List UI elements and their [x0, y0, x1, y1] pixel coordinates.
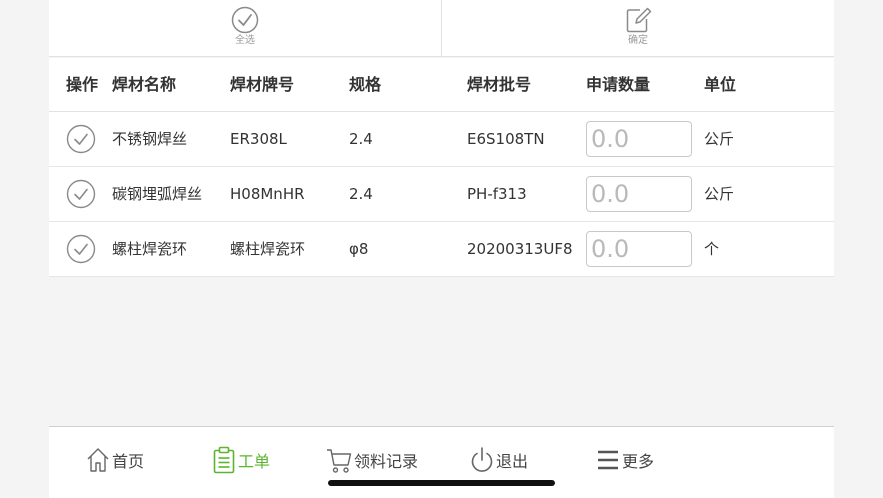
nav-item-home[interactable]: 首页 [86, 445, 144, 475]
edit-icon [624, 5, 652, 35]
check-circle-icon [66, 179, 96, 209]
nav-item-logout[interactable]: 退出 [470, 445, 528, 475]
col-header-action: 操作 [66, 75, 99, 94]
confirm-button[interactable]: 确定 [442, 0, 834, 56]
confirm-label: 确定 [628, 35, 648, 46]
select-all-button[interactable]: 全选 [49, 0, 442, 56]
col-header-unit: 单位 [704, 75, 737, 94]
bottom-nav: 首页 工单 领料记录 退出 更多 [49, 426, 834, 498]
table-row: 碳钢埋弧焊丝 H08MnHR 2.4 PH-f313 公斤 [49, 167, 834, 222]
action-toolbar: 全选 确定 [49, 0, 834, 57]
cell-unit: 个 [704, 240, 720, 258]
clipboard-icon [213, 446, 235, 474]
nav-label-more: 更多 [622, 452, 655, 471]
row-select-checkbox[interactable] [66, 124, 96, 154]
cell-spec: 2.4 [349, 185, 373, 203]
home-indicator-bar[interactable] [328, 480, 555, 486]
cell-grade: H08MnHR [230, 185, 305, 203]
table-body: 不锈钢焊丝 ER308L 2.4 E6S108TN 公斤 碳钢埋弧焊丝 H08M… [49, 112, 834, 277]
cart-icon [327, 449, 352, 473]
check-circle-icon [231, 5, 259, 35]
menu-icon [598, 450, 618, 470]
app-window: 全选 确定 操作 焊材名称 焊材牌号 规格 焊材批号 申请数量 单位 不锈钢焊丝… [49, 0, 834, 498]
cell-grade: 螺柱焊瓷环 [230, 240, 306, 258]
select-all-label: 全选 [235, 35, 255, 46]
col-header-name: 焊材名称 [112, 75, 177, 94]
cell-batch: E6S108TN [467, 130, 545, 148]
nav-label-records: 领料记录 [354, 452, 419, 471]
row-select-checkbox[interactable] [66, 179, 96, 209]
table-row: 螺柱焊瓷环 螺柱焊瓷环 φ8 20200313UF8 个 [49, 222, 834, 277]
nav-label-work-order: 工单 [238, 452, 271, 471]
quantity-input[interactable] [586, 176, 692, 212]
cell-batch: 20200313UF8 [467, 240, 573, 258]
table-header: 操作 焊材名称 焊材牌号 规格 焊材批号 申请数量 单位 [49, 58, 834, 112]
home-icon [87, 448, 109, 472]
cell-spec: 2.4 [349, 130, 373, 148]
nav-label-logout: 退出 [496, 452, 529, 471]
quantity-input[interactable] [586, 121, 692, 157]
col-header-quantity: 申请数量 [586, 75, 651, 94]
cell-unit: 公斤 [704, 185, 735, 203]
quantity-input[interactable] [586, 231, 692, 267]
nav-item-work-order[interactable]: 工单 [212, 445, 270, 475]
cell-name: 不锈钢焊丝 [112, 130, 188, 148]
power-icon [471, 447, 493, 472]
cell-spec: φ8 [349, 240, 369, 258]
check-circle-icon [66, 124, 96, 154]
cell-name: 碳钢埋弧焊丝 [112, 185, 203, 203]
nav-item-more[interactable]: 更多 [596, 445, 654, 475]
nav-label-home: 首页 [112, 452, 145, 471]
cell-batch: PH-f313 [467, 185, 527, 203]
col-header-grade: 焊材牌号 [230, 75, 295, 94]
table-row: 不锈钢焊丝 ER308L 2.4 E6S108TN 公斤 [49, 112, 834, 167]
nav-item-records[interactable]: 领料记录 [326, 445, 418, 475]
col-header-spec: 规格 [349, 75, 382, 94]
row-select-checkbox[interactable] [66, 234, 96, 264]
check-circle-icon [66, 234, 96, 264]
cell-grade: ER308L [230, 130, 287, 148]
col-header-batch: 焊材批号 [467, 75, 532, 94]
cell-name: 螺柱焊瓷环 [112, 240, 188, 258]
cell-unit: 公斤 [704, 130, 735, 148]
